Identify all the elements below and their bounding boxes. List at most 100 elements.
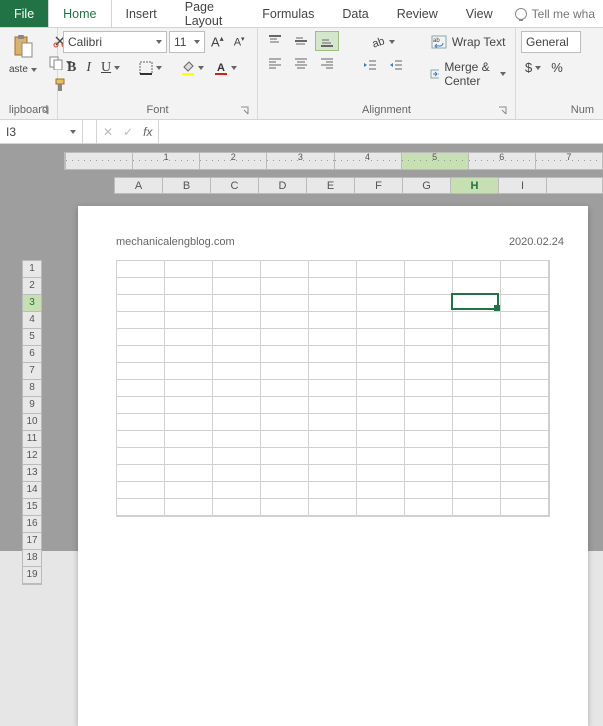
cell[interactable] xyxy=(309,414,357,431)
cell[interactable] xyxy=(165,414,213,431)
tell-me-search[interactable]: Tell me wha xyxy=(507,0,603,27)
cell[interactable] xyxy=(453,346,501,363)
cell[interactable] xyxy=(261,346,309,363)
cell[interactable] xyxy=(501,431,549,448)
row-header-19[interactable]: 19 xyxy=(23,567,41,584)
cell[interactable] xyxy=(117,397,165,414)
row-header-4[interactable]: 4 xyxy=(23,312,41,329)
cell[interactable] xyxy=(309,380,357,397)
cell[interactable] xyxy=(165,380,213,397)
cell[interactable] xyxy=(213,482,261,499)
cell[interactable] xyxy=(453,482,501,499)
cell[interactable] xyxy=(357,380,405,397)
cell[interactable] xyxy=(261,295,309,312)
cell[interactable] xyxy=(453,465,501,482)
cell[interactable] xyxy=(405,448,453,465)
formula-input[interactable] xyxy=(159,120,603,143)
cell[interactable] xyxy=(261,261,309,278)
cell[interactable] xyxy=(405,261,453,278)
tab-file[interactable]: File xyxy=(0,0,48,27)
cell[interactable] xyxy=(501,397,549,414)
cell[interactable] xyxy=(501,278,549,295)
cell[interactable] xyxy=(357,346,405,363)
row-header-6[interactable]: 6 xyxy=(23,346,41,363)
cell[interactable] xyxy=(405,465,453,482)
borders-button[interactable] xyxy=(135,58,166,78)
cell[interactable] xyxy=(501,312,549,329)
cell[interactable] xyxy=(165,278,213,295)
column-header-C[interactable]: C xyxy=(211,178,259,193)
column-header-E[interactable]: E xyxy=(307,178,355,193)
row-header-1[interactable]: 1 xyxy=(23,261,41,278)
number-format-select[interactable]: General xyxy=(521,31,581,53)
cell[interactable] xyxy=(453,414,501,431)
row-header-2[interactable]: 2 xyxy=(23,278,41,295)
tab-insert[interactable]: Insert xyxy=(112,0,171,27)
cell[interactable] xyxy=(117,482,165,499)
cell[interactable] xyxy=(357,482,405,499)
cell[interactable] xyxy=(357,261,405,278)
cell[interactable] xyxy=(309,295,357,312)
tab-view[interactable]: View xyxy=(452,0,507,27)
column-header-D[interactable]: D xyxy=(259,178,307,193)
cell[interactable] xyxy=(405,329,453,346)
cell[interactable] xyxy=(213,431,261,448)
cell[interactable] xyxy=(453,431,501,448)
cell[interactable] xyxy=(261,380,309,397)
cell[interactable] xyxy=(501,346,549,363)
cell[interactable] xyxy=(453,380,501,397)
cell[interactable] xyxy=(213,363,261,380)
cell[interactable] xyxy=(357,363,405,380)
cancel-icon[interactable]: ✕ xyxy=(103,125,113,139)
align-center-button[interactable] xyxy=(289,53,313,73)
cell[interactable] xyxy=(165,448,213,465)
cell[interactable] xyxy=(261,431,309,448)
row-header-3[interactable]: 3 xyxy=(23,295,41,312)
cell[interactable] xyxy=(309,431,357,448)
cell[interactable] xyxy=(453,363,501,380)
cell[interactable] xyxy=(453,448,501,465)
cell[interactable] xyxy=(453,312,501,329)
cell[interactable] xyxy=(453,397,501,414)
cell[interactable] xyxy=(261,397,309,414)
cell[interactable] xyxy=(165,346,213,363)
row-headers[interactable]: 12345678910111213141516171819 xyxy=(22,260,42,585)
cell[interactable] xyxy=(405,346,453,363)
tab-formulas[interactable]: Formulas xyxy=(248,0,328,27)
cell[interactable] xyxy=(165,482,213,499)
row-header-7[interactable]: 7 xyxy=(23,363,41,380)
cell[interactable] xyxy=(165,329,213,346)
column-headers[interactable]: ABCDEFGHI xyxy=(114,177,603,194)
cell[interactable] xyxy=(309,329,357,346)
clipboard-dialog-launcher[interactable] xyxy=(40,106,50,116)
cell[interactable] xyxy=(165,295,213,312)
merge-center-button[interactable]: Merge & Center xyxy=(426,57,510,91)
cell[interactable] xyxy=(213,346,261,363)
cell[interactable] xyxy=(165,312,213,329)
cell[interactable] xyxy=(309,261,357,278)
cell[interactable] xyxy=(405,363,453,380)
column-header-I[interactable]: I xyxy=(499,178,547,193)
column-header-F[interactable]: F xyxy=(355,178,403,193)
row-header-18[interactable]: 18 xyxy=(23,550,41,567)
cell[interactable] xyxy=(309,346,357,363)
cell[interactable] xyxy=(501,329,549,346)
tab-page-layout[interactable]: Page Layout xyxy=(171,0,249,27)
cell[interactable] xyxy=(501,363,549,380)
row-header-8[interactable]: 8 xyxy=(23,380,41,397)
cell[interactable] xyxy=(117,465,165,482)
cell[interactable] xyxy=(261,278,309,295)
cell[interactable] xyxy=(453,261,501,278)
cell[interactable] xyxy=(261,465,309,482)
row-header-5[interactable]: 5 xyxy=(23,329,41,346)
cell[interactable] xyxy=(165,363,213,380)
cell[interactable] xyxy=(117,346,165,363)
cell[interactable] xyxy=(261,482,309,499)
increase-font-button[interactable]: A▴ xyxy=(207,31,228,52)
cell[interactable] xyxy=(357,499,405,516)
percent-format-button[interactable]: % xyxy=(547,57,567,78)
tab-home[interactable]: Home xyxy=(48,0,111,27)
cell[interactable] xyxy=(309,482,357,499)
cell[interactable] xyxy=(213,261,261,278)
cell[interactable] xyxy=(357,397,405,414)
